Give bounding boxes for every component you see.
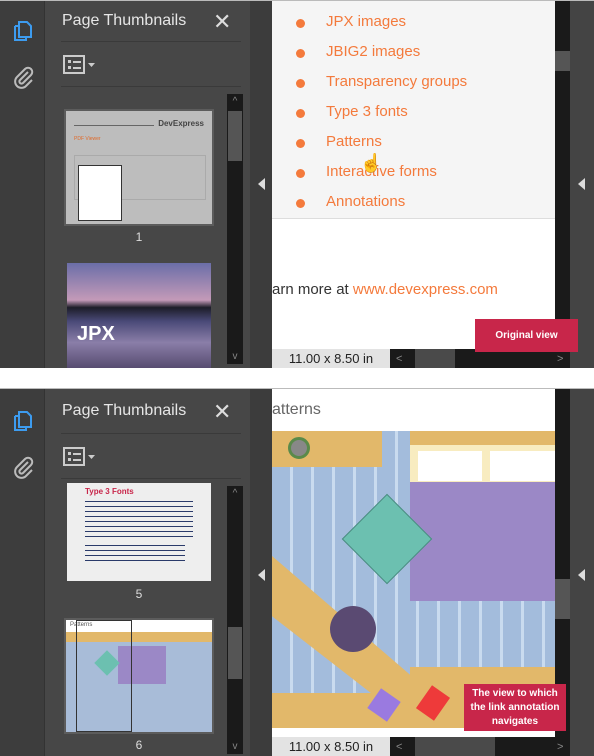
status-bar: 11.00 x 8.50 in < > [272, 737, 570, 756]
thumbnail-number: 5 [135, 587, 143, 601]
right-strip[interactable] [570, 389, 594, 756]
page-size-label: 11.00 x 8.50 in [272, 737, 390, 756]
close-icon[interactable]: ✕ [213, 399, 231, 425]
original-view-callout: Original view [475, 319, 578, 352]
devexpress-link[interactable]: www.devexpress.com [353, 281, 498, 298]
viewer-navigated: Page Thumbnails ✕ Type 3 Fonts 5 Pattern… [0, 388, 594, 756]
thumbnail-page-5[interactable]: Type 3 Fonts [67, 483, 211, 581]
divider [61, 86, 241, 87]
thumbnail-page-6[interactable]: Patterns [64, 618, 214, 734]
collapse-left-icon [258, 178, 265, 190]
pages-icon[interactable] [11, 19, 35, 43]
page-heading: atterns [272, 401, 321, 418]
right-strip[interactable] [570, 1, 594, 368]
page-vertical-scrollbar[interactable] [555, 1, 570, 349]
close-icon[interactable]: ✕ [213, 9, 231, 35]
attachment-icon[interactable] [11, 65, 35, 89]
expand-left-icon [578, 569, 585, 581]
divider [61, 478, 241, 479]
thumb-heading: PDF Viewer [74, 136, 101, 142]
thumbnail-number: 1 [135, 230, 143, 244]
thumbnails-scrollbar[interactable]: ^ v [227, 94, 243, 364]
attachment-icon[interactable] [11, 455, 35, 479]
panel-title: Page Thumbnails [62, 402, 187, 419]
divider [61, 41, 241, 42]
navigated-view-callout: The view to which the link annotation na… [464, 684, 566, 731]
thumbnails-panel: Page Thumbnails ✕ Type 3 Fonts 5 Pattern… [45, 389, 250, 756]
devexpress-logo: DevExpress [158, 119, 204, 128]
collapse-panel-button[interactable] [250, 1, 272, 368]
thumbnails-panel: Page Thumbnails ✕ DevExpress PDF Viewer … [45, 1, 250, 368]
viewport-frame[interactable] [76, 620, 132, 732]
side-strip [0, 389, 45, 756]
page-size-label: 11.00 x 8.50 in [272, 349, 390, 368]
hand-cursor-icon: ☝ [360, 153, 383, 173]
feature-list: JPX images JBIG2 images Transparency gro… [272, 1, 555, 219]
learn-more-text: arn more at www.devexpress.com [272, 281, 498, 298]
collapse-panel-button[interactable] [250, 389, 272, 756]
thumbnails-scrollbar[interactable]: ^ v [227, 486, 243, 754]
thumb-heading: Type 3 Fonts [85, 487, 134, 496]
thumbnail-page-2[interactable]: JPX [67, 263, 211, 368]
panel-title: Page Thumbnails [62, 12, 187, 29]
expand-left-icon [578, 178, 585, 190]
thumb-caption: JPX [77, 323, 115, 345]
thumbnail-page-1[interactable]: DevExpress PDF Viewer [64, 109, 214, 226]
thumbnail-number: 6 [135, 738, 143, 752]
viewport-frame[interactable] [78, 165, 122, 221]
collapse-left-icon [258, 569, 265, 581]
pages-icon[interactable] [11, 409, 35, 433]
side-strip [0, 1, 45, 368]
viewer-original: Page Thumbnails ✕ DevExpress PDF Viewer … [0, 0, 594, 368]
list-options-icon[interactable] [63, 54, 97, 76]
divider [61, 433, 241, 434]
pdf-page: JPX images JBIG2 images Transparency gro… [272, 1, 555, 349]
list-options-icon[interactable] [63, 446, 97, 468]
